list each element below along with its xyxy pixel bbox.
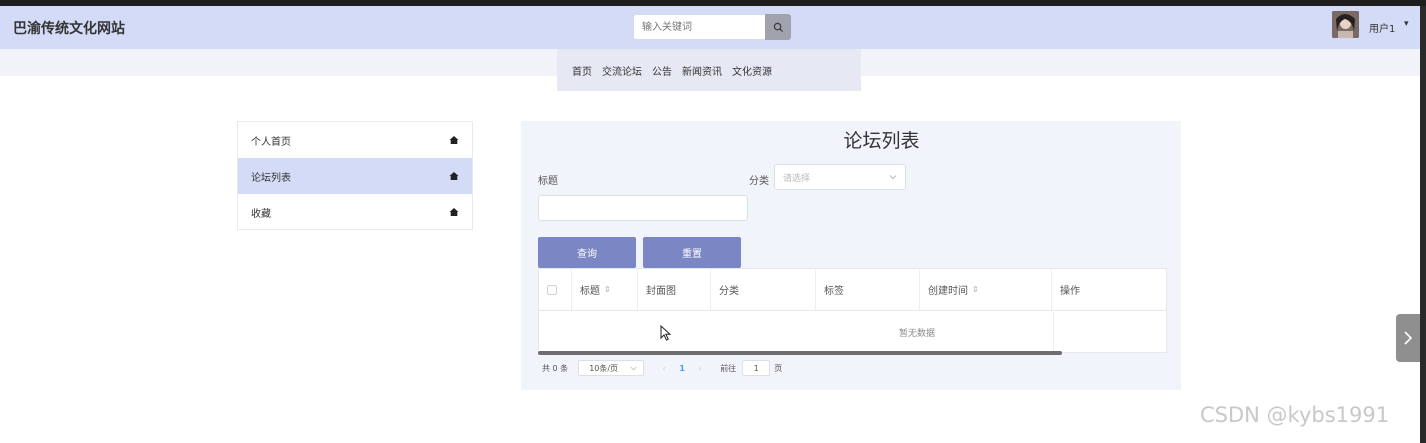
next-page-button[interactable]: › (692, 364, 708, 373)
column-header-label: 分类 (719, 286, 739, 297)
pagination-total: 共 0 条 (542, 363, 569, 373)
goto-page-input[interactable]: 1 (742, 360, 771, 376)
prev-page-button[interactable]: ‹ (656, 364, 672, 373)
chevron-down-icon (889, 175, 897, 180)
nav-item-culture[interactable]: 文化资源 (732, 63, 772, 78)
header-checkbox-cell (539, 269, 572, 310)
category-select[interactable]: 请选择 (774, 164, 906, 190)
site-title: 巴渝传统文化网站 (13, 21, 125, 37)
sort-icon[interactable]: ⇕ (972, 285, 979, 294)
forum-list-panel: 论坛列表 标题 分类 请选择 查询 重置 标题 ⇕ 封面图 分类 标签 创建时间… (521, 121, 1181, 390)
site-header: 巴渝传统文化网站 用户1 ▾ (0, 6, 1420, 49)
table-header: 标题 ⇕ 封面图 分类 标签 创建时间 ⇕ 操作 (539, 269, 1166, 311)
column-header-category: 分类 (711, 269, 816, 310)
sidebar-menu: 个人首页 论坛列表 收藏 (237, 121, 473, 230)
chevron-right-icon (1404, 331, 1413, 345)
reset-button[interactable]: 重置 (643, 237, 741, 268)
search-icon (773, 22, 783, 32)
search-input[interactable] (633, 14, 765, 40)
goto-label: 前往 (720, 363, 737, 373)
nav-item-notice[interactable]: 公告 (652, 63, 672, 78)
search-button[interactable] (765, 14, 791, 40)
current-page-number[interactable]: 1 (672, 364, 692, 373)
user-name[interactable]: 用户1 (1369, 20, 1395, 35)
page-size-value: 10条/页 (589, 363, 619, 373)
page-size-select[interactable]: 10条/页 (578, 360, 645, 376)
user-avatar[interactable] (1332, 11, 1359, 38)
sort-icon[interactable]: ⇕ (604, 285, 611, 294)
user-menu-caret-icon[interactable]: ▾ (1404, 19, 1409, 29)
home-icon (449, 136, 459, 144)
pagination: 共 0 条 10条/页 ‹ 1 › 前往 1 页 (538, 359, 782, 377)
column-header-label: 操作 (1060, 286, 1080, 297)
category-select-placeholder: 请选择 (783, 173, 811, 184)
category-filter-label: 分类 (749, 176, 769, 187)
side-panel-toggle[interactable] (1396, 314, 1420, 362)
column-header-label: 标题 (580, 286, 600, 297)
column-header-tags: 标签 (816, 269, 920, 310)
table-horizontal-scrollbar[interactable] (538, 351, 1062, 355)
home-icon (449, 172, 459, 180)
nav-item-forum[interactable]: 交流论坛 (602, 63, 642, 78)
page-title: 论坛列表 (843, 130, 920, 152)
mouse-cursor-icon (660, 325, 672, 341)
select-all-checkbox[interactable] (547, 284, 557, 295)
sidebar-item-profile[interactable]: 个人首页 (238, 122, 472, 158)
table-empty-text: 暂无数据 (539, 312, 1054, 352)
window-right-edge (1420, 6, 1426, 443)
chevron-down-icon (630, 366, 637, 370)
column-header-label: 标签 (824, 286, 844, 297)
watermark: CSDN @kybs1991 (1200, 403, 1390, 427)
nav-item-news[interactable]: 新闻资讯 (682, 63, 722, 78)
column-header-created-time[interactable]: 创建时间 ⇕ (920, 269, 1052, 310)
column-header-actions: 操作 (1052, 269, 1166, 310)
title-filter-input[interactable] (538, 195, 748, 221)
column-header-label: 封面图 (646, 286, 676, 297)
query-button[interactable]: 查询 (538, 237, 636, 268)
main-nav: 首页 交流论坛 公告 新闻资讯 文化资源 (557, 49, 861, 91)
sidebar-item-label: 收藏 (251, 208, 271, 220)
sidebar-item-label: 个人首页 (251, 136, 291, 148)
column-header-cover: 封面图 (638, 269, 711, 310)
forum-table: 标题 ⇕ 封面图 分类 标签 创建时间 ⇕ 操作 暂无数据 (538, 268, 1167, 353)
sidebar-item-favorites[interactable]: 收藏 (238, 194, 472, 230)
nav-item-home[interactable]: 首页 (572, 63, 592, 78)
sidebar-item-label: 论坛列表 (251, 172, 291, 184)
title-filter-label: 标题 (538, 176, 558, 187)
sidebar-item-forum-list[interactable]: 论坛列表 (238, 158, 472, 194)
home-icon (449, 208, 459, 216)
page-suffix-label: 页 (774, 363, 783, 373)
column-header-title[interactable]: 标题 ⇕ (572, 269, 638, 310)
column-header-label: 创建时间 (928, 286, 968, 297)
